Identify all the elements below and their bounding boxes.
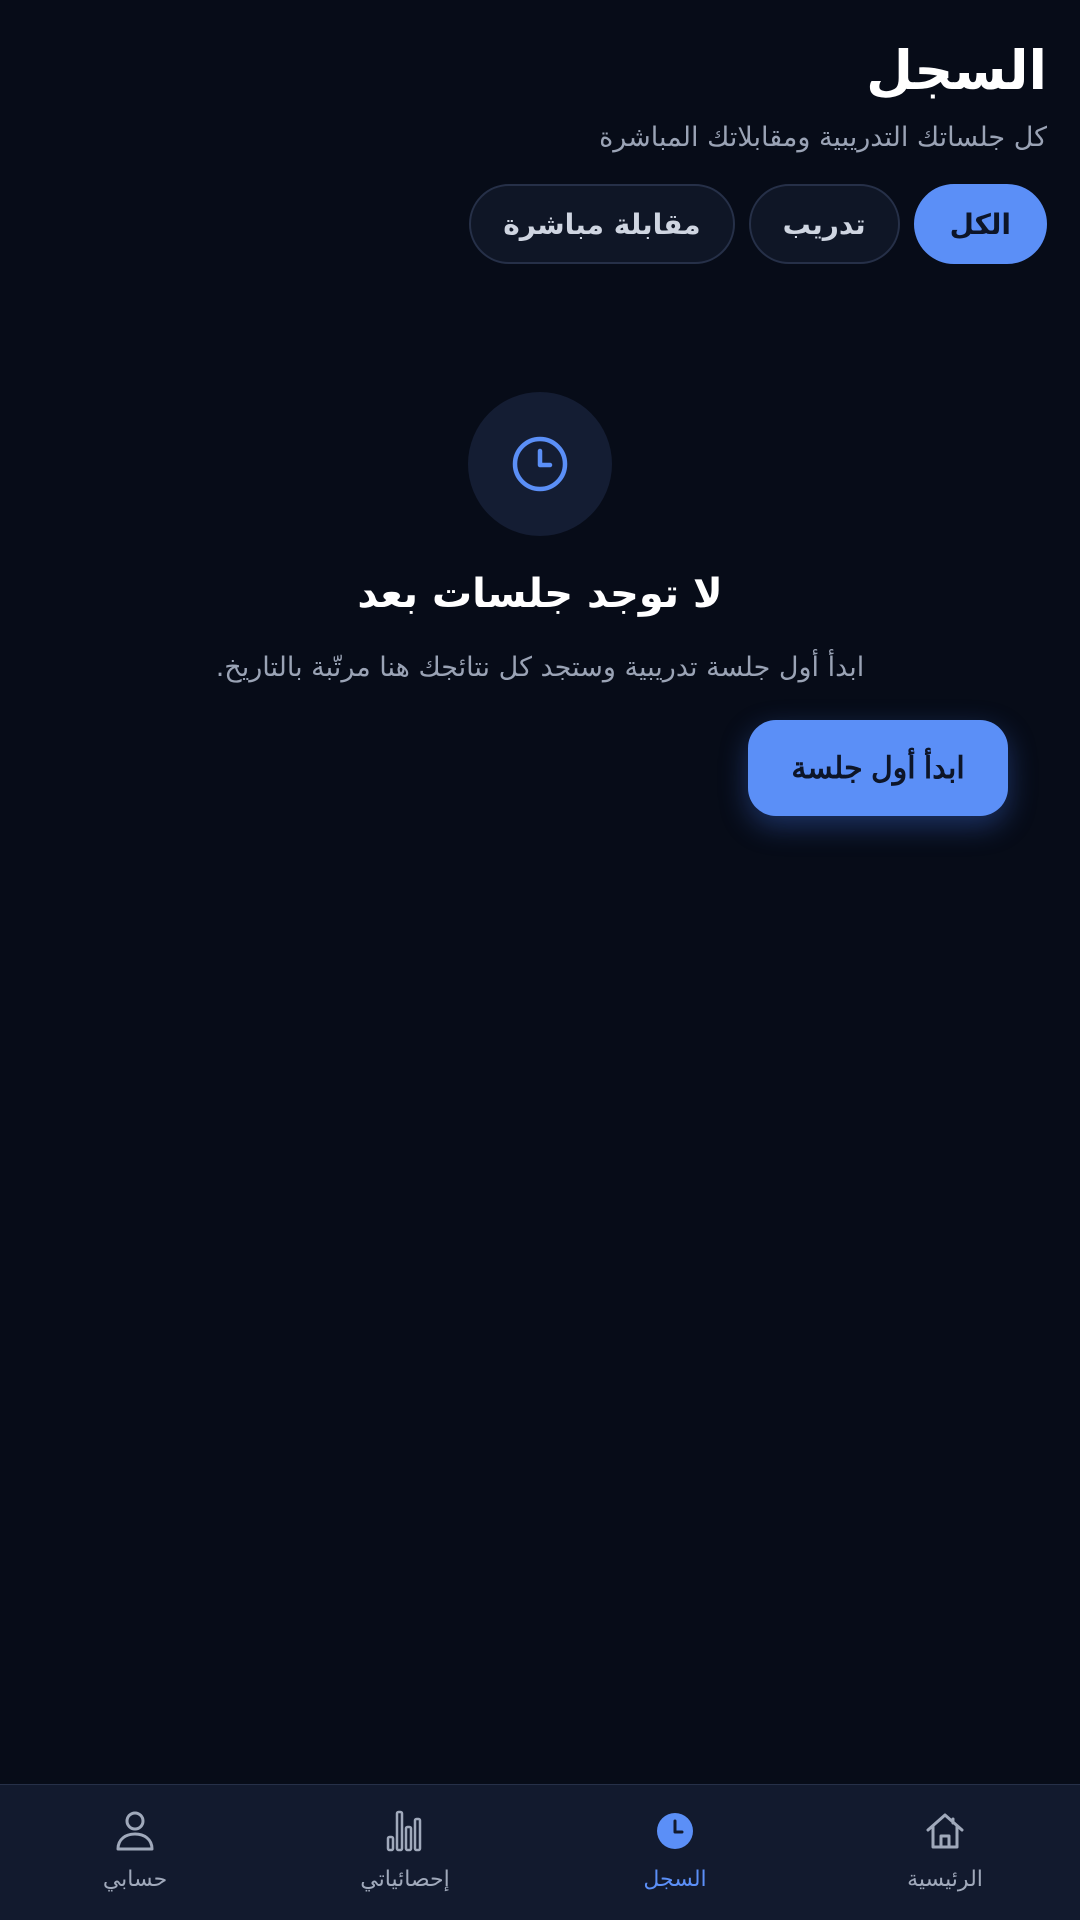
filter-chip-all[interactable]: الكل [913,184,1047,264]
bottom-navigation: الرئيسية السجل إحصائياتي حسابي [0,1784,1080,1920]
empty-state-icon-circle [468,392,612,536]
filter-chips: الكل تدريب مقابلة مباشرة [469,184,1047,264]
empty-state-title: لا توجد جلسات بعد [357,571,723,617]
history-screen: السجل كل جلساتك التدريبية ومقابلاتك المب… [0,0,1080,1920]
filter-chip-live-interview[interactable]: مقابلة مباشرة [469,184,735,264]
nav-item-stats[interactable]: إحصائياتي [270,1785,540,1920]
page-title: السجل [866,39,1047,102]
header: السجل كل جلساتك التدريبية ومقابلاتك المب… [33,40,1047,156]
clock-icon [512,436,568,492]
nav-item-home[interactable]: الرئيسية [810,1785,1080,1920]
start-first-session-button[interactable]: ابدأ أول جلسة [748,720,1008,816]
nav-item-history[interactable]: السجل [540,1785,810,1920]
nav-item-profile[interactable]: حسابي [0,1785,270,1920]
home-icon [921,1807,969,1855]
bar-chart-icon [381,1807,429,1855]
empty-state: لا توجد جلسات بعد ابدأ أول جلسة تدريبية … [0,392,1080,688]
empty-state-description: ابدأ أول جلسة تدريبية وستجد كل نتائجك هن… [215,652,865,683]
page-subtitle: كل جلساتك التدريبية ومقابلاتك المباشرة [599,122,1047,153]
nav-label-profile: حسابي [102,1867,168,1892]
nav-label-history: السجل [643,1867,707,1892]
filter-chip-training[interactable]: تدريب [748,184,900,264]
clock-icon [651,1807,699,1855]
nav-label-home: الرئيسية [907,1867,983,1892]
user-icon [111,1807,159,1855]
nav-label-stats: إحصائياتي [360,1867,450,1892]
